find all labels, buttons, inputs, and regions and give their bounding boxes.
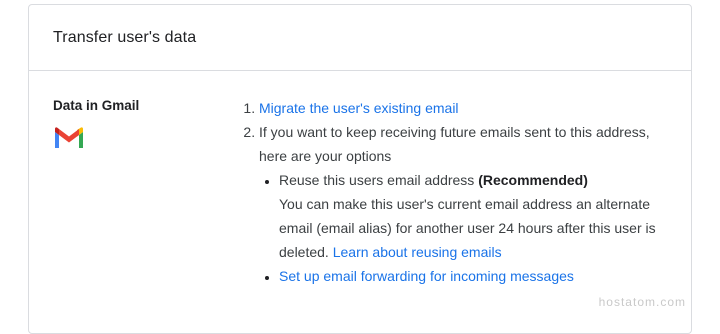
steps-list: Migrate the user's existing email If you… xyxy=(237,96,677,288)
transfer-data-card: Transfer user's data Data in Gmail Migra… xyxy=(28,4,692,334)
email-forwarding-link[interactable]: Set up email forwarding for incoming mes… xyxy=(279,268,574,284)
step-2-text: If you want to keep receiving future ema… xyxy=(259,124,650,164)
option-reuse-title: Reuse this users email address xyxy=(279,172,479,188)
learn-reusing-emails-link[interactable]: Learn about reusing emails xyxy=(333,244,502,260)
section-label-column: Data in Gmail xyxy=(53,98,233,150)
step-1: Migrate the user's existing email xyxy=(259,96,677,120)
recommended-tag: (Recommended) xyxy=(478,172,588,188)
card-header: Transfer user's data xyxy=(29,5,691,71)
section-label: Data in Gmail xyxy=(53,98,140,113)
option-forwarding: Set up email forwarding for incoming mes… xyxy=(279,264,677,288)
card-title: Transfer user's data xyxy=(53,28,197,46)
gmail-icon xyxy=(55,127,83,148)
watermark: hostatom.com xyxy=(598,295,686,309)
migrate-email-link[interactable]: Migrate the user's existing email xyxy=(259,100,459,116)
step-2: If you want to keep receiving future ema… xyxy=(259,120,677,288)
section-content: Migrate the user's existing email If you… xyxy=(237,96,677,288)
options-list: Reuse this users email address (Recommen… xyxy=(259,168,677,288)
option-reuse-email: Reuse this users email address (Recommen… xyxy=(279,168,677,264)
